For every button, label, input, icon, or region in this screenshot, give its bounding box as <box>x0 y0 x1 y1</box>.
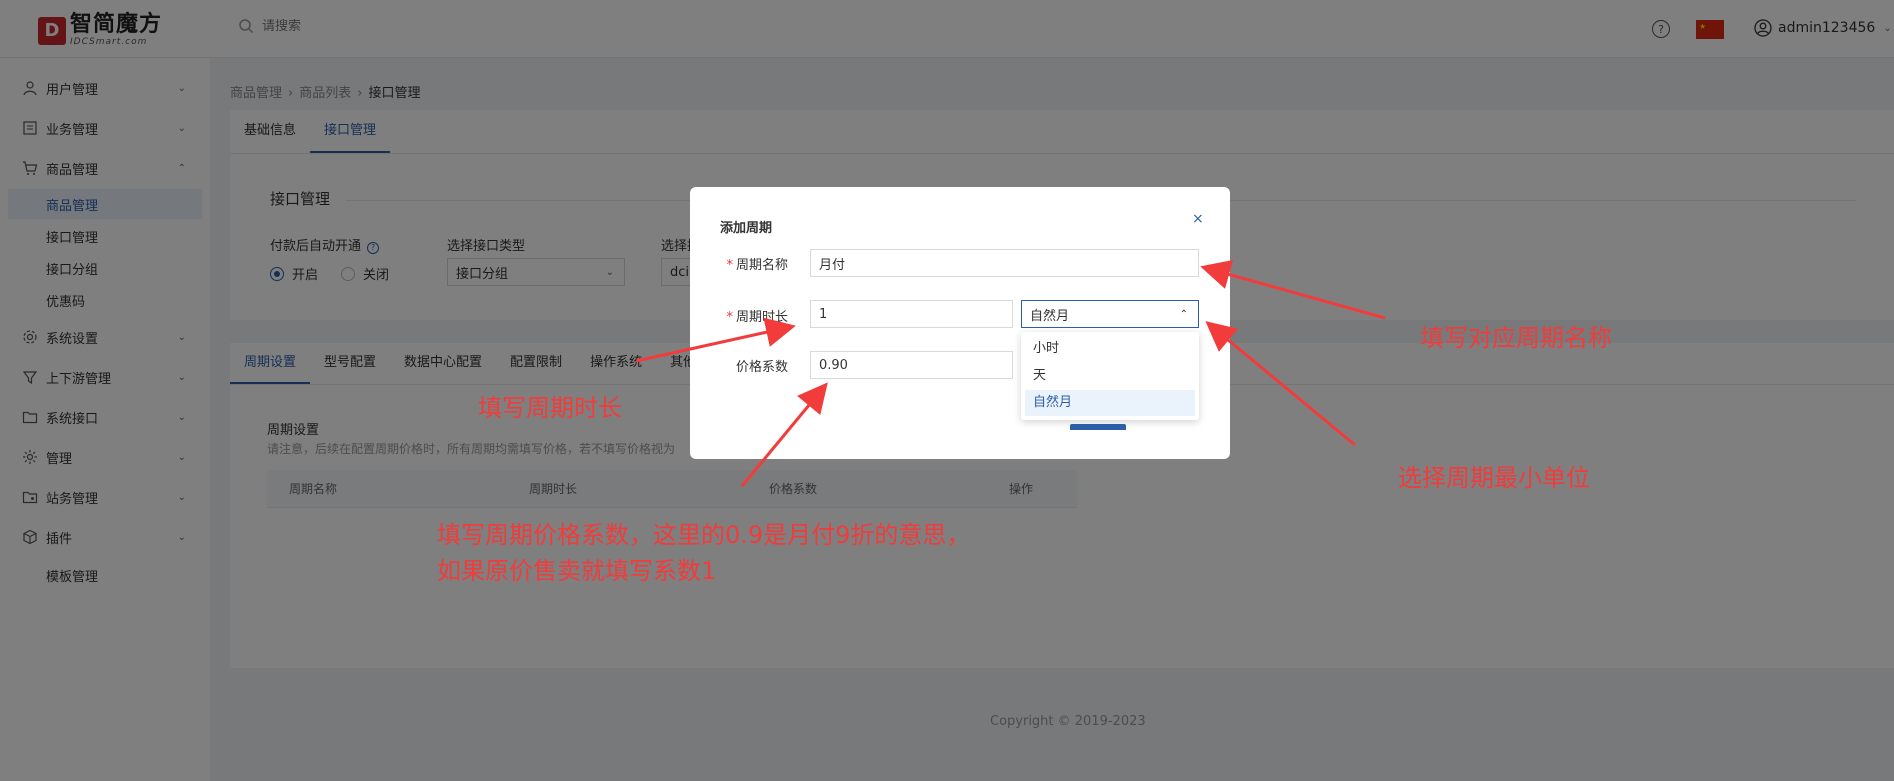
unit-dropdown: 小时 天 自然月 <box>1021 332 1199 420</box>
chevron-up-icon: ⌃ <box>1179 308 1188 320</box>
price-coef-input[interactable] <box>810 351 1013 379</box>
option-natural-month[interactable]: 自然月 <box>1025 390 1195 416</box>
price-coef-label: 价格系数 <box>735 360 788 375</box>
period-name-input[interactable] <box>810 249 1199 277</box>
confirm-button[interactable] <box>1070 424 1126 430</box>
annotation-coef-line1: 填写周期价格系数，这里的0.9是月付9折的意思， <box>437 521 971 549</box>
period-duration-label: * 周期时长 <box>726 310 788 325</box>
dialog-title: 添加周期 <box>720 221 773 236</box>
annotation-unit: 选择周期最小单位 <box>1398 464 1590 492</box>
add-period-dialog: 添加周期 × *周期名称 *周期时长 自然月⌃ 价格系数 小时 天 自然月 <box>690 187 1230 459</box>
close-icon[interactable]: × <box>1192 211 1204 227</box>
annotation-coef-line2: 如果原价售卖就填写系数1 <box>437 557 717 585</box>
annotation-name: 填写对应周期名称 <box>1420 324 1612 352</box>
period-name-label: * 周期名称 <box>726 258 788 273</box>
period-unit-select[interactable]: 自然月 ⌃ <box>1021 300 1199 328</box>
option-day[interactable]: 天 <box>1025 363 1195 389</box>
option-hour[interactable]: 小时 <box>1025 336 1195 362</box>
annotation-duration: 填写周期时长 <box>478 394 622 422</box>
period-duration-input[interactable] <box>810 300 1013 328</box>
